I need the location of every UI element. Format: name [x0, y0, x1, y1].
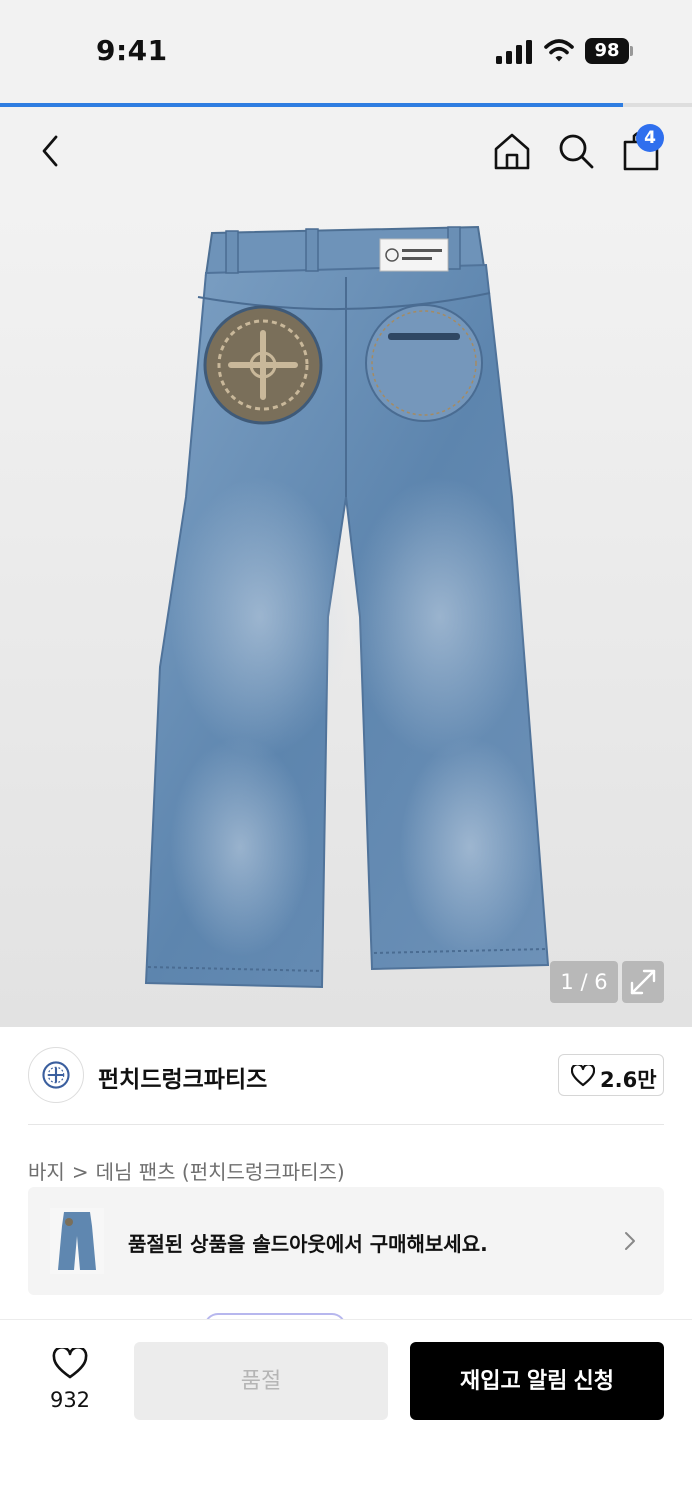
- brand-row: 펀치드렁크파티즈 2.6만: [0, 1027, 692, 1125]
- product-image-gallery[interactable]: 1 / 6: [0, 197, 692, 1027]
- breadcrumb-separator: >: [71, 1160, 89, 1184]
- status-bar: 9:41 98: [0, 0, 692, 104]
- restock-alert-button[interactable]: 재입고 알림 신청: [410, 1342, 664, 1420]
- wishlist-count: 932: [49, 1388, 91, 1412]
- home-icon[interactable]: [492, 131, 532, 171]
- banner-product-thumbnail: [50, 1208, 104, 1274]
- wifi-icon: [544, 39, 574, 62]
- section-divider: [28, 1124, 664, 1125]
- brand-like-button[interactable]: 2.6만: [558, 1054, 664, 1096]
- soldout-button: 품절: [134, 1342, 388, 1420]
- search-icon[interactable]: [556, 131, 596, 171]
- chevron-left-icon[interactable]: [36, 131, 66, 171]
- banner-text: 품절된 상품을 솔드아웃에서 구매해보세요.: [128, 1232, 488, 1256]
- expand-icon[interactable]: [622, 961, 664, 1003]
- breadcrumb: 바지 > 데님 팬츠 (펀치드렁크파티즈): [28, 1156, 345, 1185]
- chevron-right-icon: [625, 1232, 635, 1250]
- breadcrumb-subcategory[interactable]: 데님 팬츠 (펀치드렁크파티즈): [96, 1160, 345, 1184]
- cart-count-badge[interactable]: 4: [636, 124, 664, 152]
- bottom-action-bar: 932 품절 재입고 알림 신청: [0, 1319, 692, 1500]
- heart-outline-icon: [571, 1065, 595, 1087]
- battery-level: 98: [585, 38, 629, 64]
- cellular-signal-icon: [496, 40, 532, 64]
- battery-tip: [630, 46, 633, 56]
- battery-indicator: 98: [585, 38, 633, 64]
- wishlist-button[interactable]: 932: [30, 1342, 110, 1422]
- status-time: 9:41: [96, 34, 168, 67]
- top-navigation: [0, 107, 692, 197]
- soldout-marketplace-banner[interactable]: 품절된 상품을 솔드아웃에서 구매해보세요.: [28, 1187, 664, 1295]
- heart-outline-icon: [52, 1348, 88, 1379]
- breadcrumb-category[interactable]: 바지: [28, 1160, 65, 1184]
- product-image-jeans: [144, 225, 550, 989]
- brand-like-count: 2.6만: [600, 1068, 657, 1092]
- image-counter: 1 / 6: [550, 961, 618, 1003]
- brand-logo[interactable]: [28, 1047, 84, 1103]
- brand-name[interactable]: 펀치드렁크파티즈: [98, 1060, 267, 1094]
